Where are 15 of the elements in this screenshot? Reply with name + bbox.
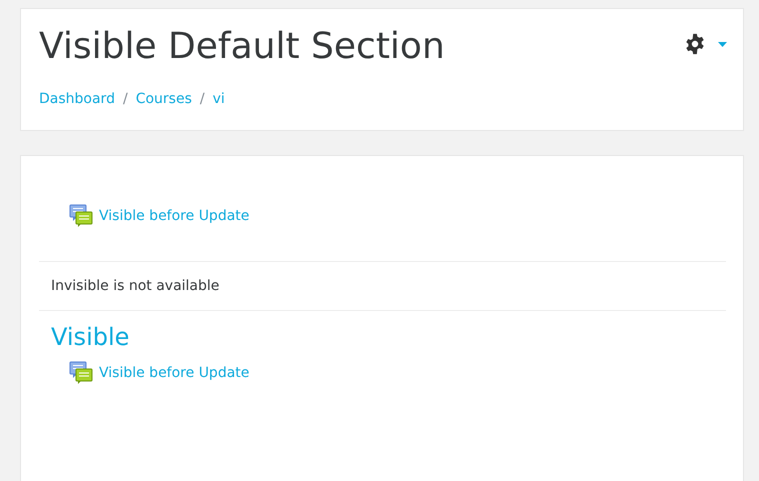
availability-notice: Invisible is not available (50, 277, 220, 296)
breadcrumb-separator: / (200, 91, 205, 107)
settings-menu-button[interactable] (684, 33, 727, 55)
breadcrumb-link[interactable]: Courses (136, 91, 192, 107)
settings-icon (684, 33, 706, 55)
page-title: Visible Default Section (39, 25, 445, 69)
chat-bubbles-icon (69, 361, 93, 385)
breadcrumb-separator: / (122, 91, 128, 107)
caret-icon (718, 42, 727, 46)
breadcrumb-link[interactable]: vi (212, 91, 225, 107)
chat-bubbles-icon (69, 204, 93, 228)
activity-link[interactable]: Visible before Update (99, 365, 250, 381)
breadcrumb-link[interactable]: Dashboard (39, 91, 115, 107)
activity-link[interactable]: Visible before Update (99, 208, 250, 224)
section-title-link[interactable]: Visible (51, 323, 130, 351)
